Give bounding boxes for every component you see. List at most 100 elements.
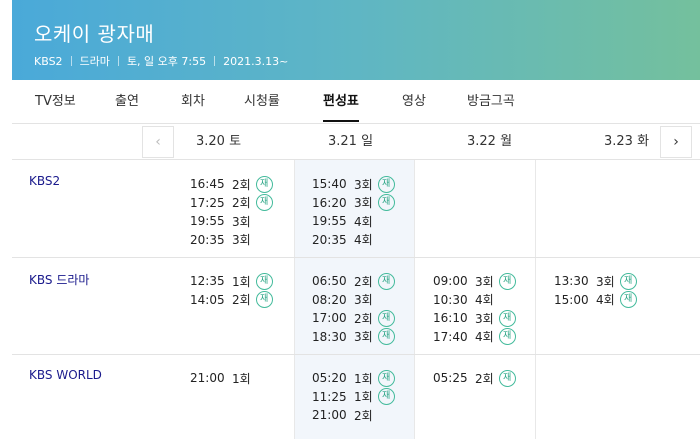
schedule-entry: 16:45 2회 재 xyxy=(190,175,310,194)
episode-number: 3회 xyxy=(475,274,494,289)
channel-link[interactable]: KBS2 xyxy=(29,174,60,188)
tab-tv-info[interactable]: TV정보 xyxy=(35,80,76,124)
episode-number: 2회 xyxy=(475,371,494,386)
rerun-badge: 재 xyxy=(498,328,516,346)
schedule-entry: 17:00 2회 재 xyxy=(312,309,432,328)
episode-number: 3회 xyxy=(354,293,373,308)
schedule-entry: 08:20 3회 xyxy=(312,291,432,310)
tab-episodes[interactable]: 회차 xyxy=(181,80,205,124)
air-time: 17:40 xyxy=(433,329,468,344)
prev-date-button[interactable]: ‹ xyxy=(142,126,174,158)
episode-number: 2회 xyxy=(354,408,373,423)
air-time: 06:50 xyxy=(312,274,347,289)
schedule-entry: 14:05 2회 재 xyxy=(190,291,310,310)
program-genre: 드라마 xyxy=(79,55,110,68)
tab-video[interactable]: 영상 xyxy=(402,80,426,124)
air-time: 18:30 xyxy=(312,329,347,344)
tab-ratings[interactable]: 시청률 xyxy=(244,80,280,124)
rerun-badge: 재 xyxy=(619,272,637,290)
schedule-entry: 17:25 2회 재 xyxy=(190,194,310,213)
air-time: 09:00 xyxy=(433,274,468,289)
episode-number: 2회 xyxy=(354,311,373,326)
air-time: 17:00 xyxy=(312,311,347,326)
row-divider xyxy=(12,257,700,258)
schedule-entry: 09:00 3회 재 xyxy=(433,272,553,291)
rerun-badge: 재 xyxy=(255,175,273,193)
tab-schedule[interactable]: 편성표 xyxy=(323,80,359,124)
episode-number: 3회 xyxy=(354,177,373,192)
schedule-cell: 09:00 3회 재 10:30 4회 16:10 3회 재 17:40 4회 재 xyxy=(433,272,553,346)
air-time: 13:30 xyxy=(554,274,589,289)
program-meta: KBS2 드라마 토, 일 오후 7:55 2021.3.13~ xyxy=(34,53,288,69)
episode-number: 2회 xyxy=(354,274,373,289)
episode-number: 4회 xyxy=(354,214,373,229)
air-time: 16:20 xyxy=(312,195,347,210)
air-time: 20:35 xyxy=(190,232,225,247)
rerun-badge: 재 xyxy=(377,309,395,327)
schedule-entry: 13:30 3회 재 xyxy=(554,272,674,291)
next-date-button[interactable]: › xyxy=(660,126,692,158)
air-time: 11:25 xyxy=(312,389,347,404)
air-time: 10:30 xyxy=(433,292,468,307)
air-time: 16:45 xyxy=(190,177,225,192)
air-time: 15:00 xyxy=(554,292,589,307)
air-time: 19:55 xyxy=(190,214,225,229)
schedule-entry: 10:30 4회 xyxy=(433,291,553,310)
episode-number: 4회 xyxy=(475,330,494,345)
air-time: 19:55 xyxy=(312,214,347,229)
date-header: 3.21 일 xyxy=(328,134,374,149)
rerun-badge: 재 xyxy=(377,388,395,406)
air-time: 12:35 xyxy=(190,274,225,289)
episode-number: 4회 xyxy=(475,293,494,308)
rerun-badge: 재 xyxy=(377,194,395,212)
schedule-entry: 19:55 3회 xyxy=(190,212,310,231)
schedule-cell: 21:00 1회 xyxy=(190,369,310,388)
rerun-badge: 재 xyxy=(377,272,395,290)
schedule-cell: 05:20 1회 재 11:25 1회 재 21:00 2회 xyxy=(312,369,432,425)
tab-recent-song[interactable]: 방금그곡 xyxy=(467,80,515,124)
episode-number: 1회 xyxy=(232,371,251,386)
channel-link[interactable]: KBS 드라마 xyxy=(29,271,89,288)
program-header: 오케이 광자매 KBS2 드라마 토, 일 오후 7:55 2021.3.13~ xyxy=(12,0,700,80)
schedule-entry: 16:10 3회 재 xyxy=(433,309,553,328)
air-time: 14:05 xyxy=(190,292,225,307)
date-header: 3.20 토 xyxy=(196,134,242,149)
rerun-badge: 재 xyxy=(255,272,273,290)
schedule-entry: 21:00 1회 xyxy=(190,369,310,388)
broadcast-channel: KBS2 xyxy=(34,54,63,68)
episode-number: 3회 xyxy=(475,311,494,326)
rerun-badge: 재 xyxy=(377,328,395,346)
tab-cast[interactable]: 출연 xyxy=(115,80,139,124)
schedule-entry: 15:00 4회 재 xyxy=(554,291,674,310)
air-time: 16:10 xyxy=(433,311,468,326)
meta-divider xyxy=(70,56,72,66)
channel-link[interactable]: KBS WORLD xyxy=(29,368,102,382)
schedule-entry: 12:35 1회 재 xyxy=(190,272,310,291)
meta-divider xyxy=(214,56,216,66)
air-time: 15:40 xyxy=(312,177,347,192)
meta-divider xyxy=(117,56,119,66)
schedule-cell: 06:50 2회 재 08:20 3회 17:00 2회 재 18:30 3회 재 xyxy=(312,272,432,346)
chevron-left-icon: ‹ xyxy=(155,134,161,150)
air-time: 05:25 xyxy=(433,371,468,386)
schedule-entry: 18:30 3회 재 xyxy=(312,328,432,347)
rerun-badge: 재 xyxy=(498,309,516,327)
schedule-entry: 19:55 4회 xyxy=(312,212,432,231)
air-time: 05:20 xyxy=(312,371,347,386)
episode-number: 3회 xyxy=(232,233,251,248)
schedule-entry: 05:20 1회 재 xyxy=(312,369,432,388)
date-header: 3.22 월 xyxy=(467,134,513,149)
tab-bar: TV정보 출연 회차 시청률 편성표 영상 방금그곡 xyxy=(12,80,700,124)
program-airtime: 토, 일 오후 7:55 xyxy=(126,55,207,68)
air-time: 17:25 xyxy=(190,195,225,210)
episode-number: 3회 xyxy=(596,274,615,289)
episode-number: 1회 xyxy=(232,274,251,289)
air-time: 21:00 xyxy=(312,408,347,423)
row-divider xyxy=(12,354,700,355)
rerun-badge: 재 xyxy=(255,291,273,309)
air-time: 20:35 xyxy=(312,232,347,247)
schedule-entry: 15:40 3회 재 xyxy=(312,175,432,194)
episode-number: 3회 xyxy=(232,214,251,229)
episode-number: 1회 xyxy=(354,371,373,386)
schedule-cell: 13:30 3회 재 15:00 4회 재 xyxy=(554,272,674,309)
